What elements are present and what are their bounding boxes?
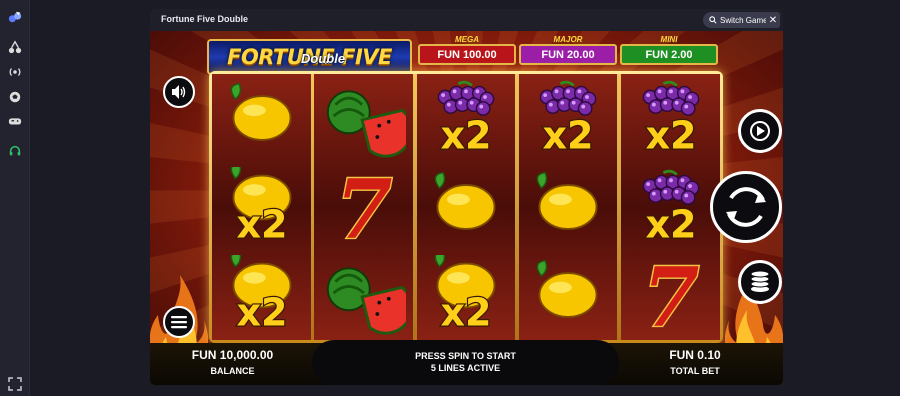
reel-4-symbol-lemon <box>519 251 618 339</box>
close-button[interactable]: ✕ <box>766 12 780 28</box>
jackpot-major-label: MAJOR <box>553 35 583 44</box>
watermelon-icon <box>326 267 406 335</box>
lemon-x2-icon: x2 <box>434 255 496 335</box>
jackpot-mini: MINI FUN 2.00 <box>620 35 718 65</box>
grapes-x2-icon: x2 <box>642 80 699 158</box>
sound-button[interactable] <box>163 76 195 108</box>
modal-header: Fortune Five Double Switch Game ✕ <box>150 9 783 31</box>
reel-1: x2 x2 <box>212 74 311 340</box>
reel-1-symbol-lemon <box>212 74 311 162</box>
reel-5-symbol-grapes-x2: x2 <box>621 74 720 162</box>
jackpot-major: MAJOR FUN 20.00 <box>519 35 617 65</box>
svg-text:7: 7 <box>335 167 392 247</box>
svg-text:x2: x2 <box>543 113 594 157</box>
expand-icon[interactable] <box>8 377 22 391</box>
jackpot-mini-value: FUN 2.00 <box>620 44 718 65</box>
svg-text:7: 7 <box>642 255 699 335</box>
game-modal: Fortune Five Double Switch Game ✕ FORTUN… <box>150 9 783 385</box>
autoplay-button[interactable] <box>738 109 782 153</box>
soccer-ball-icon[interactable] <box>6 88 24 106</box>
reel-5-symbol-grapes-x2: x2 <box>621 163 720 251</box>
sound-icon <box>172 85 186 99</box>
watermelon-icon <box>326 90 406 158</box>
reel-2: 7 <box>314 74 414 340</box>
game-title: Fortune Five Double <box>161 14 249 24</box>
seven-icon: 7 <box>641 255 701 335</box>
jackpot-mini-label: MINI <box>660 35 678 44</box>
lemon-icon <box>536 260 598 319</box>
total-bet-label: TOTAL BET <box>670 366 720 376</box>
logo-icon[interactable] <box>6 8 24 26</box>
menu-button[interactable] <box>163 306 195 338</box>
sidebar <box>0 0 30 396</box>
svg-text:x2: x2 <box>645 113 696 157</box>
total-bet-amount: FUN 0.10 <box>669 348 721 362</box>
lemon-x2-icon: x2 <box>230 166 292 247</box>
gamepad-icon[interactable] <box>6 112 24 130</box>
svg-text:x2: x2 <box>645 202 696 246</box>
message-line-1: PRESS SPIN TO START <box>415 351 516 361</box>
reel-2-symbol-seven: 7 <box>314 163 413 251</box>
jackpot-mega: MEGA FUN 100.00 <box>418 35 516 65</box>
reel-2-symbol-watermelon <box>314 74 413 162</box>
reel-1-symbol-lemon-x2: x2 <box>212 251 311 339</box>
svg-text:x2: x2 <box>236 202 287 246</box>
reel-3-symbol-lemon <box>417 163 516 251</box>
grapes-x2-icon: x2 <box>539 80 597 158</box>
svg-text:x2: x2 <box>440 113 491 157</box>
coins-bet-icon <box>750 270 770 292</box>
svg-text:x2: x2 <box>236 291 287 335</box>
reels-grid: x2 x2 7 x2 x2 x2 x2 x2 7 <box>212 74 720 340</box>
jackpot-mega-label: MEGA <box>455 35 479 44</box>
live-icon[interactable] <box>6 63 24 81</box>
game-canvas: FORTUNE FIVE Double MEGA FUN 100.00 MAJO… <box>150 31 783 385</box>
reel-2-symbol-watermelon <box>314 251 413 339</box>
bet-button[interactable] <box>738 260 782 304</box>
reels-frame: x2 x2 7 x2 x2 x2 x2 x2 7 <box>209 71 723 343</box>
reel-3: x2 x2 <box>416 74 516 340</box>
reel-5: x2 x2 7 <box>621 74 720 340</box>
message-line-2: 5 LINES ACTIVE <box>430 363 501 373</box>
reel-4-symbol-lemon <box>519 163 618 251</box>
seven-icon: 7 <box>334 167 394 247</box>
balance-label: BALANCE <box>210 366 255 376</box>
reel-5-symbol-seven: 7 <box>621 251 720 339</box>
reel-3-symbol-grapes-x2: x2 <box>417 74 516 162</box>
reel-4: x2 <box>518 74 618 340</box>
headset-icon[interactable] <box>6 142 24 160</box>
jackpot-mega-value: FUN 100.00 <box>418 44 516 65</box>
cherries-icon[interactable] <box>6 38 24 56</box>
switch-game-label: Switch Game <box>720 15 768 25</box>
balance-amount: FUN 10,000.00 <box>191 348 274 362</box>
lemon-icon <box>434 171 496 230</box>
lemon-icon <box>536 171 598 230</box>
grapes-x2-icon: x2 <box>642 169 699 247</box>
spin-icon <box>726 187 766 227</box>
grapes-x2-icon: x2 <box>437 80 495 158</box>
svg-text:x2: x2 <box>440 291 491 335</box>
menu-icon <box>171 316 187 329</box>
reel-1-symbol-lemon-x2: x2 <box>212 163 311 251</box>
logo-sub-text: Double <box>301 51 346 66</box>
search-icon <box>709 16 717 24</box>
switch-game-button[interactable]: Switch Game <box>703 12 774 28</box>
reel-4-symbol-grapes-x2: x2 <box>519 74 618 162</box>
lemon-icon <box>230 82 292 141</box>
autoplay-icon <box>750 121 770 141</box>
jackpot-major-value: FUN 20.00 <box>519 44 617 65</box>
lemon-x2-icon: x2 <box>230 255 292 335</box>
reel-3-symbol-lemon-x2: x2 <box>417 251 516 339</box>
spin-button[interactable] <box>710 171 782 243</box>
